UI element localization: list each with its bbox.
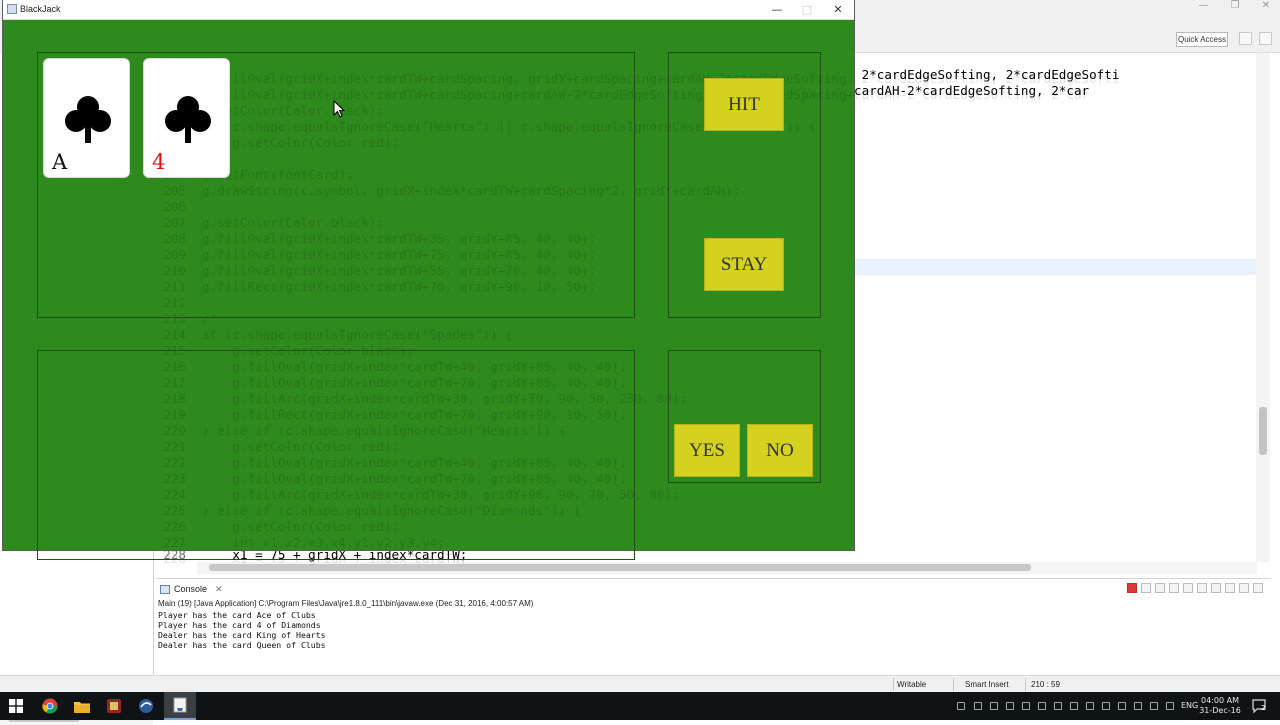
tray-icon[interactable] [990,702,998,710]
java-app-icon [139,699,153,713]
restore-icon[interactable]: ❐ [1231,0,1240,16]
perspective-icon[interactable] [1239,32,1252,45]
stay-button[interactable]: STAY [704,238,784,291]
dealer-hand-area [37,350,635,560]
remove-launch-icon[interactable] [1141,583,1151,593]
volume-icon[interactable] [1150,702,1158,710]
chrome-taskbar-button[interactable] [34,692,66,720]
console-launch-info: Main (19) [Java Application] C:\Program … [158,599,534,608]
taskbar: ENG 04:00 AM 31-Dec-16 2 [0,692,1280,720]
console-tab-label: Console [174,584,208,594]
console-view: Console ✕ Main (19) [Java Application] C… [156,578,1271,671]
club-icon [165,96,211,143]
game-table: 198g.fillOval(gridX+index*cardTW+cardSpa… [3,19,1119,566]
code-text: if (c.shape.equalsIgnoreCase("Spades")) … [202,327,513,342]
java-app-taskbar-button[interactable] [130,692,162,720]
display-console-icon[interactable] [1225,583,1235,593]
writable-status: Writable [897,680,927,689]
console-toolbar [1127,583,1263,593]
player-card: A [43,58,130,178]
close-tab-icon[interactable]: ✕ [215,584,223,595]
card-rank: A [52,150,68,174]
clear-console-icon[interactable] [1169,583,1179,593]
clock-time: 04:00 AM [1201,696,1239,705]
terminate-icon[interactable] [1127,583,1137,593]
tray-icon[interactable] [1166,702,1174,710]
close-button[interactable]: ✕ [823,0,853,19]
console-line: Player has the card 4 of Diamonds [158,620,321,630]
tray-icon[interactable] [1006,702,1014,710]
folder-icon [74,701,90,713]
minimize-icon[interactable]: — [1199,0,1209,16]
tray-icon[interactable] [957,702,965,710]
tray-icon[interactable] [974,702,982,710]
console-output: Player has the card Ace of Clubs Player … [158,610,326,650]
tray-icon[interactable] [1070,702,1078,710]
wifi-icon[interactable] [1118,702,1126,710]
mouse-cursor-icon [333,100,345,118]
cursor-position-status: 210 : 59 [1031,680,1060,689]
no-button[interactable]: NO [747,424,813,477]
line-number: 214 [163,327,186,342]
java-perspective-icon[interactable] [1259,32,1272,45]
tray-icon[interactable] [1086,702,1094,710]
chrome-icon [42,698,58,714]
hit-button[interactable]: HIT [704,78,784,131]
maximize-view-icon[interactable] [1253,583,1263,593]
action-center-icon[interactable]: 2 [1252,698,1266,714]
java-cup-icon [173,697,187,713]
status-bar: Writable Smart Insert 210 : 59 [0,675,1280,693]
player-card: 4 [143,58,230,178]
clock-date: 31-Dec-16 [1199,706,1241,715]
yes-button[interactable]: YES [674,424,740,477]
editor-vertical-scrollbar[interactable] [1256,53,1270,562]
maximize-button[interactable]: □ [792,0,822,19]
ide-window-controls: — ❐ ✕ [1199,0,1270,16]
console-line: Dealer has the card King of Hearts [158,630,326,640]
notification-count: 2 [1261,704,1266,712]
close-icon[interactable]: ✕ [1262,0,1270,16]
blackjack-taskbar-button[interactable] [164,692,196,720]
minimize-button[interactable]: — [762,0,792,19]
start-button[interactable] [0,692,32,720]
minimize-view-icon[interactable] [1239,583,1249,593]
tray-icon[interactable] [1054,702,1062,710]
console-line: Player has the card Ace of Clubs [158,610,316,620]
battery-icon[interactable] [1134,702,1142,710]
clock[interactable]: 04:00 AM 31-Dec-16 [1196,696,1244,716]
club-icon [65,96,111,143]
tray-icon[interactable] [1038,702,1046,710]
insert-mode-status: Smart Insert [965,680,1009,689]
window-titlebar[interactable]: BlackJack — □ ✕ [3,0,854,20]
file-explorer-taskbar-button[interactable] [66,692,98,720]
word-wrap-icon[interactable] [1197,583,1207,593]
windows-logo-icon [9,699,23,713]
console-icon [160,584,170,594]
window-title: BlackJack [20,4,61,14]
pin-console-icon[interactable] [1211,583,1221,593]
java-app-icon [7,4,17,14]
console-line: Dealer has the card Queen of Clubs [158,640,326,650]
editor-horizontal-scrollbar[interactable] [197,562,1257,574]
tray-icon[interactable] [1102,702,1110,710]
card-rank: 4 [152,150,166,174]
blackjack-window: BlackJack — □ ✕ 198g.fillOval(gridX+inde… [3,0,1119,566]
scroll-lock-icon[interactable] [1183,583,1193,593]
remove-all-icon[interactable] [1155,583,1165,593]
game-app-icon [107,699,121,713]
game-app-taskbar-button[interactable] [98,692,130,720]
quick-access-field[interactable]: Quick Access [1176,32,1228,47]
tray-icon[interactable] [1022,702,1030,710]
console-tab[interactable]: Console ✕ [156,581,223,597]
